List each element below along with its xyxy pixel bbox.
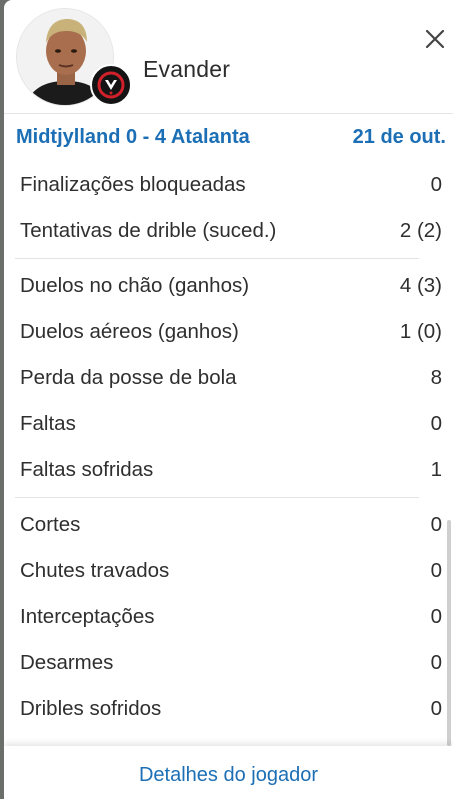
stat-value: 1 (0) <box>399 320 442 343</box>
stat-row: Chutes travados 0 <box>4 548 453 594</box>
stat-row: Tentativas de drible (suced.) 2 (2) <box>4 208 453 254</box>
player-header: Evander <box>4 0 453 112</box>
stat-label: Duelos aéreos (ganhos) <box>20 320 239 343</box>
stat-row: Duelos no chão (ganhos) 4 (3) <box>4 263 453 309</box>
stat-row: Interceptações 0 <box>4 594 453 640</box>
stat-label: Desarmes <box>20 651 114 674</box>
stat-value: 0 <box>430 412 442 435</box>
close-icon <box>425 29 445 49</box>
stat-value: 0 <box>430 173 442 196</box>
stat-row: Duelos aéreos (ganhos) 1 (0) <box>4 309 453 355</box>
stat-label: Interceptações <box>20 605 155 628</box>
footer-bar: Detalhes do jogador <box>4 746 453 799</box>
stat-row: Perda da posse de bola 8 <box>4 355 453 401</box>
match-summary[interactable]: Midtjylland 0 - 4 Atalanta 21 de out. <box>4 113 453 161</box>
stat-value: 4 (3) <box>399 274 442 297</box>
player-details-link[interactable]: Detalhes do jogador <box>4 764 453 787</box>
stat-row: Finalizações bloqueadas 0 <box>4 162 453 208</box>
player-name: Evander <box>143 56 231 82</box>
team-crest-icon <box>90 64 132 106</box>
stat-row: Desarmes 0 <box>4 640 453 686</box>
stat-value: 0 <box>430 697 442 720</box>
player-stats-sheet: Evander Midtjylland 0 - 4 Atalanta 21 de… <box>4 0 453 799</box>
stat-row: Cortes 0 <box>4 502 453 548</box>
stat-label: Duelos no chão (ganhos) <box>20 274 250 297</box>
stat-value: 0 <box>430 651 442 674</box>
stat-value: 1 <box>430 458 442 481</box>
stat-value: 8 <box>430 366 442 389</box>
section-divider <box>15 497 419 498</box>
stat-label: Chutes travados <box>20 559 170 582</box>
stat-label: Cortes <box>20 513 81 536</box>
match-score: Midtjylland 0 - 4 Atalanta <box>16 126 250 148</box>
stat-label: Faltas <box>20 412 76 435</box>
scrollbar-thumb[interactable] <box>447 520 451 746</box>
stat-value: 0 <box>430 605 442 628</box>
stat-label: Faltas sofridas <box>20 458 154 481</box>
stat-row: Faltas 0 <box>4 401 453 447</box>
stat-label: Finalizações bloqueadas <box>20 173 246 196</box>
stat-label: Tentativas de drible (suced.) <box>20 219 277 242</box>
stat-value: 0 <box>430 559 442 582</box>
close-button[interactable] <box>424 28 446 50</box>
stat-label: Perda da posse de bola <box>20 366 237 389</box>
section-divider <box>15 258 419 259</box>
stat-value: 0 <box>430 513 442 536</box>
stat-row: Faltas sofridas 1 <box>4 447 453 493</box>
stat-value: 2 (2) <box>399 219 442 242</box>
stat-row: Dribles sofridos 0 <box>4 686 453 732</box>
stat-label: Dribles sofridos <box>20 697 162 720</box>
match-date: 21 de out. <box>352 126 446 148</box>
